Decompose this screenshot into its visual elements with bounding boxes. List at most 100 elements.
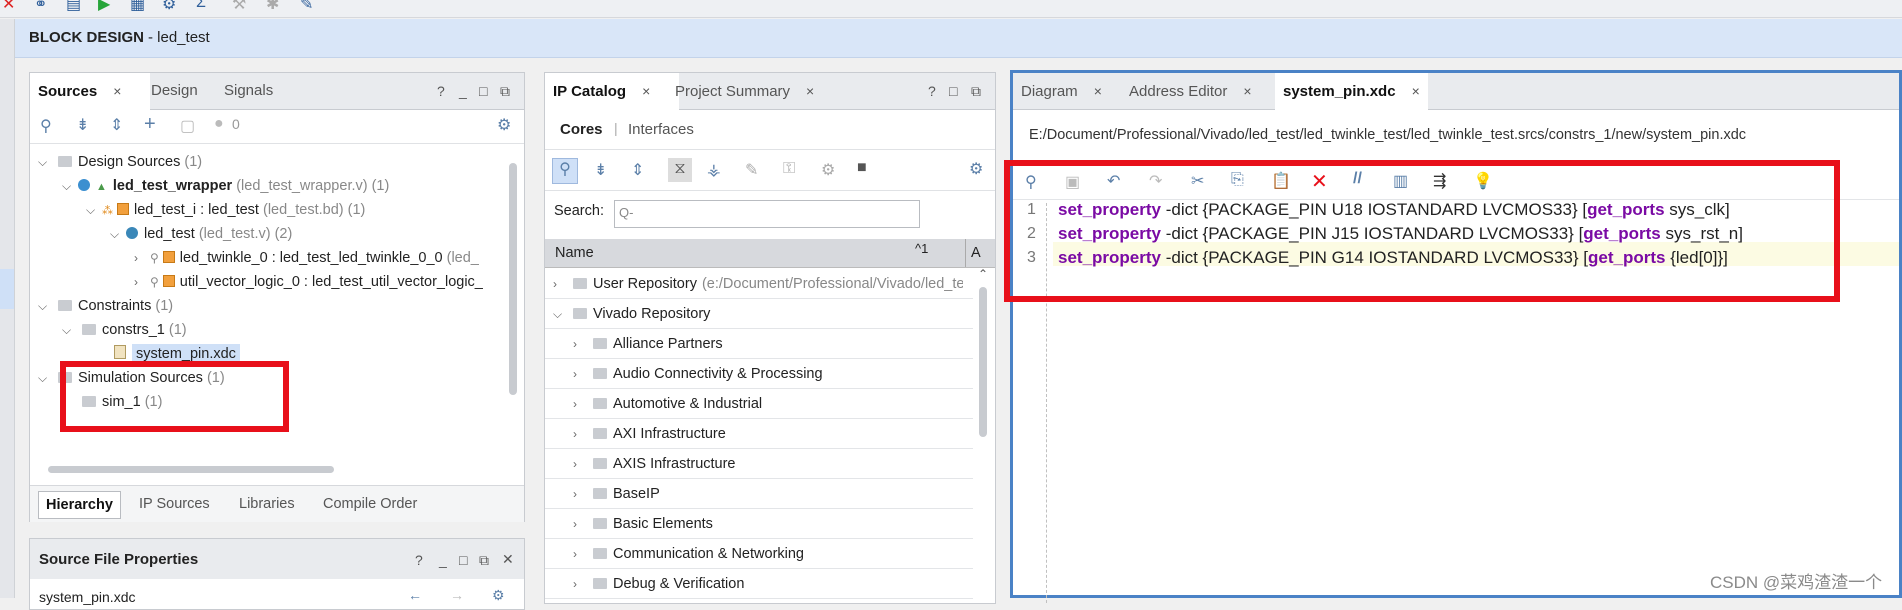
tree-item-util-vector[interactable]: › ⚲ util_vector_logic_0 : led_test_util_ve…	[134, 270, 520, 294]
add-icon[interactable]: +	[144, 113, 156, 136]
subtab-cores[interactable]: Cores	[560, 121, 603, 138]
filter-icon[interactable]: ⧖	[668, 158, 692, 182]
float-icon[interactable]: ⧉	[479, 552, 489, 569]
tab-address-editor[interactable]: Address Editor ×	[1121, 73, 1260, 109]
chevron-down-icon[interactable]: ⌵	[62, 174, 78, 198]
tab-sources[interactable]: Sources ×	[30, 73, 150, 111]
expand-all-icon[interactable]: ⇕	[110, 115, 123, 135]
tab-system-pin-xdc[interactable]: system_pin.xdc ×	[1275, 73, 1428, 111]
close-icon[interactable]: ✕	[2, 0, 15, 14]
tree-item-design-sources[interactable]: ⌵ Design Sources (1)	[38, 150, 202, 174]
tab-ip-sources[interactable]: IP Sources	[132, 491, 217, 517]
close-icon[interactable]: ×	[806, 83, 814, 99]
ip-row[interactable]: › AXIS Infrastructure	[573, 452, 736, 476]
search-icon[interactable]: ⚲	[40, 116, 52, 136]
link-icon[interactable]: ⚭	[34, 0, 47, 14]
help-icon[interactable]: ?	[928, 83, 936, 99]
tab-hierarchy[interactable]: Hierarchy	[38, 491, 121, 519]
chevron-right-icon[interactable]: ›	[573, 512, 589, 536]
expand-all-icon[interactable]: ⇕	[631, 160, 644, 180]
help-icon[interactable]: ?	[437, 83, 445, 99]
ip-row[interactable]: › Alliance Partners	[573, 332, 723, 356]
run-icon[interactable]: ▶	[98, 0, 110, 14]
gear-icon[interactable]: ⚙	[492, 587, 505, 604]
float-icon[interactable]: ⧉	[500, 83, 510, 100]
hscroll-thumb[interactable]	[48, 466, 334, 473]
collapse-all-icon[interactable]: ⇟	[594, 160, 607, 180]
chevron-right-icon[interactable]: ›	[553, 272, 569, 296]
tab-ip-catalog[interactable]: IP Catalog ×	[545, 73, 679, 111]
tool-icon[interactable]: ✎	[300, 0, 313, 14]
maximize-icon[interactable]: □	[459, 552, 467, 568]
settings-icon[interactable]: ⚙	[162, 0, 176, 14]
tree-item-wrapper[interactable]: ⌵ ▲ led_test_wrapper (led_test_wrapper.v) …	[62, 174, 389, 198]
chevron-right-icon[interactable]: ›	[134, 270, 150, 294]
back-icon[interactable]: ←	[408, 587, 422, 603]
close-icon[interactable]: ×	[1094, 83, 1102, 99]
col-name[interactable]: Name	[555, 245, 594, 261]
chevron-down-icon[interactable]: ⌵	[110, 222, 126, 246]
doc-icon[interactable]: ▢	[180, 116, 195, 136]
ip-row[interactable]: › AXI Infrastructure	[573, 422, 726, 446]
tab-signals[interactable]: Signals	[216, 73, 281, 109]
minimize-icon[interactable]: _	[439, 552, 447, 568]
tab-project-summary[interactable]: Project Summary ×	[667, 73, 822, 109]
ip-row[interactable]: ⌵ Vivado Repository	[553, 302, 710, 326]
chevron-right-icon[interactable]: ›	[573, 422, 589, 446]
report-icon[interactable]: ▤	[66, 0, 81, 14]
hierarchy-icon[interactable]: ⚶	[707, 160, 721, 180]
chevron-right-icon[interactable]: ›	[573, 332, 589, 356]
chevron-down-icon[interactable]: ⌵	[38, 294, 54, 318]
horizontal-scrollbar[interactable]	[34, 463, 504, 475]
forward-icon[interactable]: →	[450, 587, 464, 603]
minimize-icon[interactable]: _	[459, 83, 467, 99]
program-icon[interactable]: ⚒	[232, 0, 246, 14]
key-icon[interactable]: ⚿	[783, 160, 795, 178]
vertical-scrollbar[interactable]	[506, 145, 520, 415]
tab-diagram[interactable]: Diagram ×	[1013, 73, 1110, 109]
chevron-down-icon[interactable]: ⌵	[38, 150, 54, 174]
chevron-right-icon[interactable]: ›	[573, 482, 589, 506]
tab-compile-order[interactable]: Compile Order	[316, 491, 424, 517]
search-icon[interactable]: ⚲	[552, 158, 578, 184]
maximize-icon[interactable]: □	[479, 83, 487, 99]
stop-icon[interactable]: ■	[857, 159, 867, 177]
maximize-icon[interactable]: □	[949, 83, 957, 99]
ip-row[interactable]: › Communication & Networking	[573, 542, 804, 566]
chevron-down-icon[interactable]: ⌵	[62, 318, 78, 342]
chevron-right-icon[interactable]: ›	[134, 246, 150, 270]
gear-icon[interactable]: ⚙	[969, 159, 983, 179]
gear-icon[interactable]: ⚙	[497, 115, 511, 135]
tree-item-led-test[interactable]: ⌵ led_test (led_test.v) (2)	[110, 222, 292, 246]
ip-row[interactable]: › Automotive & Industrial	[573, 392, 762, 416]
collapse-all-icon[interactable]: ⇟	[76, 115, 89, 135]
chevron-down-icon[interactable]: ⌵	[86, 198, 102, 222]
scroll-thumb[interactable]	[979, 287, 987, 437]
sigma-icon[interactable]: Σ	[196, 0, 206, 12]
scroll-up-icon[interactable]: ⌃	[978, 267, 988, 281]
vertical-scrollbar[interactable]: ⌃	[975, 267, 991, 599]
chevron-right-icon[interactable]: ›	[573, 362, 589, 386]
tree-item-led-test-i[interactable]: ⌵ ⁂ led_test_i : led_test (led_test.bd) (1…	[86, 198, 365, 222]
debug-icon[interactable]: ✱	[266, 0, 279, 14]
chevron-down-icon[interactable]: ⌵	[553, 302, 569, 326]
ip-row[interactable]: › Audio Connectivity & Processing	[573, 362, 823, 386]
chevron-right-icon[interactable]: ›	[573, 452, 589, 476]
tree-item-constraints[interactable]: ⌵ Constraints (1)	[38, 294, 173, 318]
ip-row[interactable]: › BaseIP	[573, 482, 660, 506]
chevron-right-icon[interactable]: ›	[573, 572, 589, 596]
wrench-icon[interactable]: ✎	[745, 160, 758, 180]
bitstream-icon[interactable]: ▦	[130, 0, 145, 14]
tab-libraries[interactable]: Libraries	[232, 491, 302, 517]
tree-item-constrs-1[interactable]: ⌵ constrs_1 (1)	[62, 318, 187, 342]
ip-row[interactable]: › User Repository (e:/Document/Professiona…	[553, 272, 963, 296]
col-second[interactable]: A	[971, 245, 981, 261]
ip-row[interactable]: › Debug & Verification	[573, 572, 744, 596]
close-icon[interactable]: ×	[113, 83, 121, 99]
help-icon[interactable]: ?	[415, 552, 423, 568]
ip-row[interactable]: › Basic Elements	[573, 512, 713, 536]
chevron-right-icon[interactable]: ›	[573, 542, 589, 566]
tree-item-led-twinkle[interactable]: › ⚲ led_twinkle_0 : led_test_led_twinkle_0…	[134, 246, 520, 270]
ip-search-input[interactable]: Q-	[614, 200, 920, 228]
chip-icon[interactable]: ⚙	[821, 160, 835, 180]
